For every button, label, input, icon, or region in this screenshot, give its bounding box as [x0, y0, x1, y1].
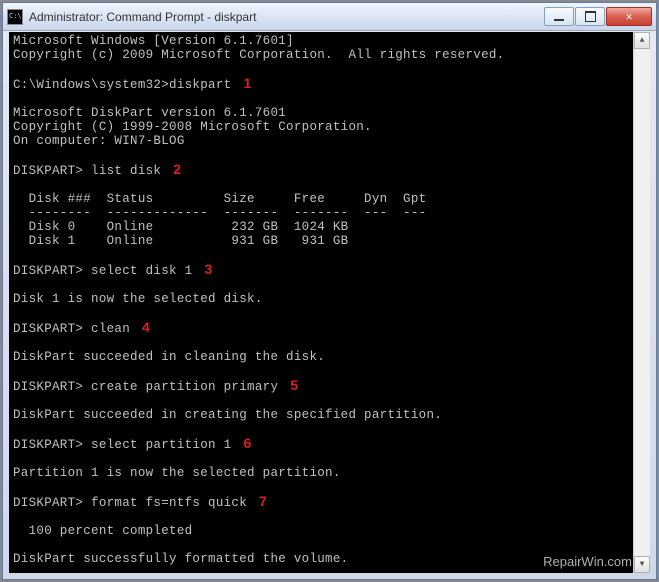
- step-annotation: 6: [243, 435, 251, 451]
- step-annotation: 5: [290, 377, 298, 393]
- terminal-line: Microsoft DiskPart version 6.1.7601: [13, 106, 646, 120]
- line-text: Microsoft DiskPart version 6.1.7601: [13, 106, 286, 120]
- terminal-line: Disk 1 Online 931 GB 931 GB: [13, 234, 646, 248]
- terminal-line: [13, 394, 646, 408]
- terminal-line: 100 percent completed: [13, 524, 646, 538]
- line-text: C:\Windows\system32>diskpart: [13, 78, 231, 92]
- terminal-line: [13, 480, 646, 494]
- line-text: Disk 1 Online 931 GB 931 GB: [13, 234, 348, 248]
- line-text: Disk 1 is now the selected disk.: [13, 292, 263, 306]
- terminal-line: [13, 510, 646, 524]
- line-text: Disk 0 Online 232 GB 1024 KB: [13, 220, 348, 234]
- terminal-line: DISKPART> format fs=ntfs quick 7: [13, 494, 646, 510]
- terminal-line: [13, 92, 646, 106]
- line-text: On computer: WIN7-BLOG: [13, 134, 185, 148]
- line-text: DISKPART> format fs=ntfs quick: [13, 496, 247, 510]
- line-text: Copyright (C) 1999-2008 Microsoft Corpor…: [13, 120, 372, 134]
- line-text: DISKPART> select partition 1: [13, 438, 231, 452]
- line-text: Microsoft Windows [Version 6.1.7601]: [13, 34, 294, 48]
- terminal-line: [13, 62, 646, 76]
- window-title: Administrator: Command Prompt - diskpart: [29, 10, 543, 24]
- maximize-button[interactable]: [575, 7, 605, 26]
- line-text: Copyright (c) 2009 Microsoft Corporation…: [13, 48, 504, 62]
- step-annotation: 1: [243, 75, 251, 91]
- terminal-line: [13, 422, 646, 436]
- terminal-line: [13, 336, 646, 350]
- line-text: DISKPART> select disk 1: [13, 264, 192, 278]
- terminal-line: Disk 0 Online 232 GB 1024 KB: [13, 220, 646, 234]
- scroll-up-button[interactable]: ▲: [634, 32, 650, 49]
- line-text: DISKPART> clean: [13, 322, 130, 336]
- terminal-line: DISKPART> list disk 2: [13, 162, 646, 178]
- terminal-line: [13, 148, 646, 162]
- terminal-line: DISKPART> create partition primary 5: [13, 378, 646, 394]
- terminal-line: [13, 248, 646, 262]
- step-annotation: 7: [259, 493, 267, 509]
- terminal-line: On computer: WIN7-BLOG: [13, 134, 646, 148]
- terminal-line: [13, 452, 646, 466]
- close-button[interactable]: [606, 7, 652, 26]
- line-text: -------- ------------- ------- ------- -…: [13, 206, 426, 220]
- terminal-line: [13, 278, 646, 292]
- line-text: DiskPart successfully formatted the volu…: [13, 552, 348, 566]
- terminal-line: Copyright (c) 2009 Microsoft Corporation…: [13, 48, 646, 62]
- terminal-line: DiskPart succeeded in cleaning the disk.: [13, 350, 646, 364]
- cmd-icon: [7, 9, 23, 25]
- minimize-button[interactable]: [544, 7, 574, 26]
- terminal-output[interactable]: Microsoft Windows [Version 6.1.7601]Copy…: [9, 32, 650, 573]
- step-annotation: 2: [173, 161, 181, 177]
- line-text: DISKPART> create partition primary: [13, 380, 278, 394]
- window-controls: [543, 7, 652, 26]
- terminal-line: DISKPART> select disk 1 3: [13, 262, 646, 278]
- line-text: 100 percent completed: [13, 524, 192, 538]
- line-text: DiskPart succeeded in cleaning the disk.: [13, 350, 325, 364]
- terminal-line: DISKPART> clean 4: [13, 320, 646, 336]
- scroll-down-button[interactable]: ▼: [634, 556, 650, 573]
- terminal-line: DISKPART> select partition 1 6: [13, 436, 646, 452]
- terminal-line: [13, 178, 646, 192]
- line-text: Disk ### Status Size Free Dyn Gpt: [13, 192, 426, 206]
- terminal-line: [13, 306, 646, 320]
- terminal-line: Disk 1 is now the selected disk.: [13, 292, 646, 306]
- terminal-line: Partition 1 is now the selected partitio…: [13, 466, 646, 480]
- titlebar[interactable]: Administrator: Command Prompt - diskpart: [3, 3, 656, 31]
- terminal-line: Copyright (C) 1999-2008 Microsoft Corpor…: [13, 120, 646, 134]
- step-annotation: 3: [204, 261, 212, 277]
- terminal-line: Disk ### Status Size Free Dyn Gpt: [13, 192, 646, 206]
- line-text: DISKPART> list disk: [13, 164, 161, 178]
- vertical-scrollbar[interactable]: ▲ ▼: [633, 32, 650, 573]
- watermark-text: RepairWin.com: [543, 554, 632, 569]
- line-text: Partition 1 is now the selected partitio…: [13, 466, 341, 480]
- terminal-line: DiskPart succeeded in creating the speci…: [13, 408, 646, 422]
- step-annotation: 4: [142, 319, 150, 335]
- terminal-line: -------- ------------- ------- ------- -…: [13, 206, 646, 220]
- line-text: DiskPart succeeded in creating the speci…: [13, 408, 442, 422]
- terminal-line: [13, 364, 646, 378]
- terminal-line: C:\Windows\system32>diskpart 1: [13, 76, 646, 92]
- cmd-window: Administrator: Command Prompt - diskpart…: [2, 2, 657, 580]
- terminal-line: Microsoft Windows [Version 6.1.7601]: [13, 34, 646, 48]
- terminal-line: [13, 538, 646, 552]
